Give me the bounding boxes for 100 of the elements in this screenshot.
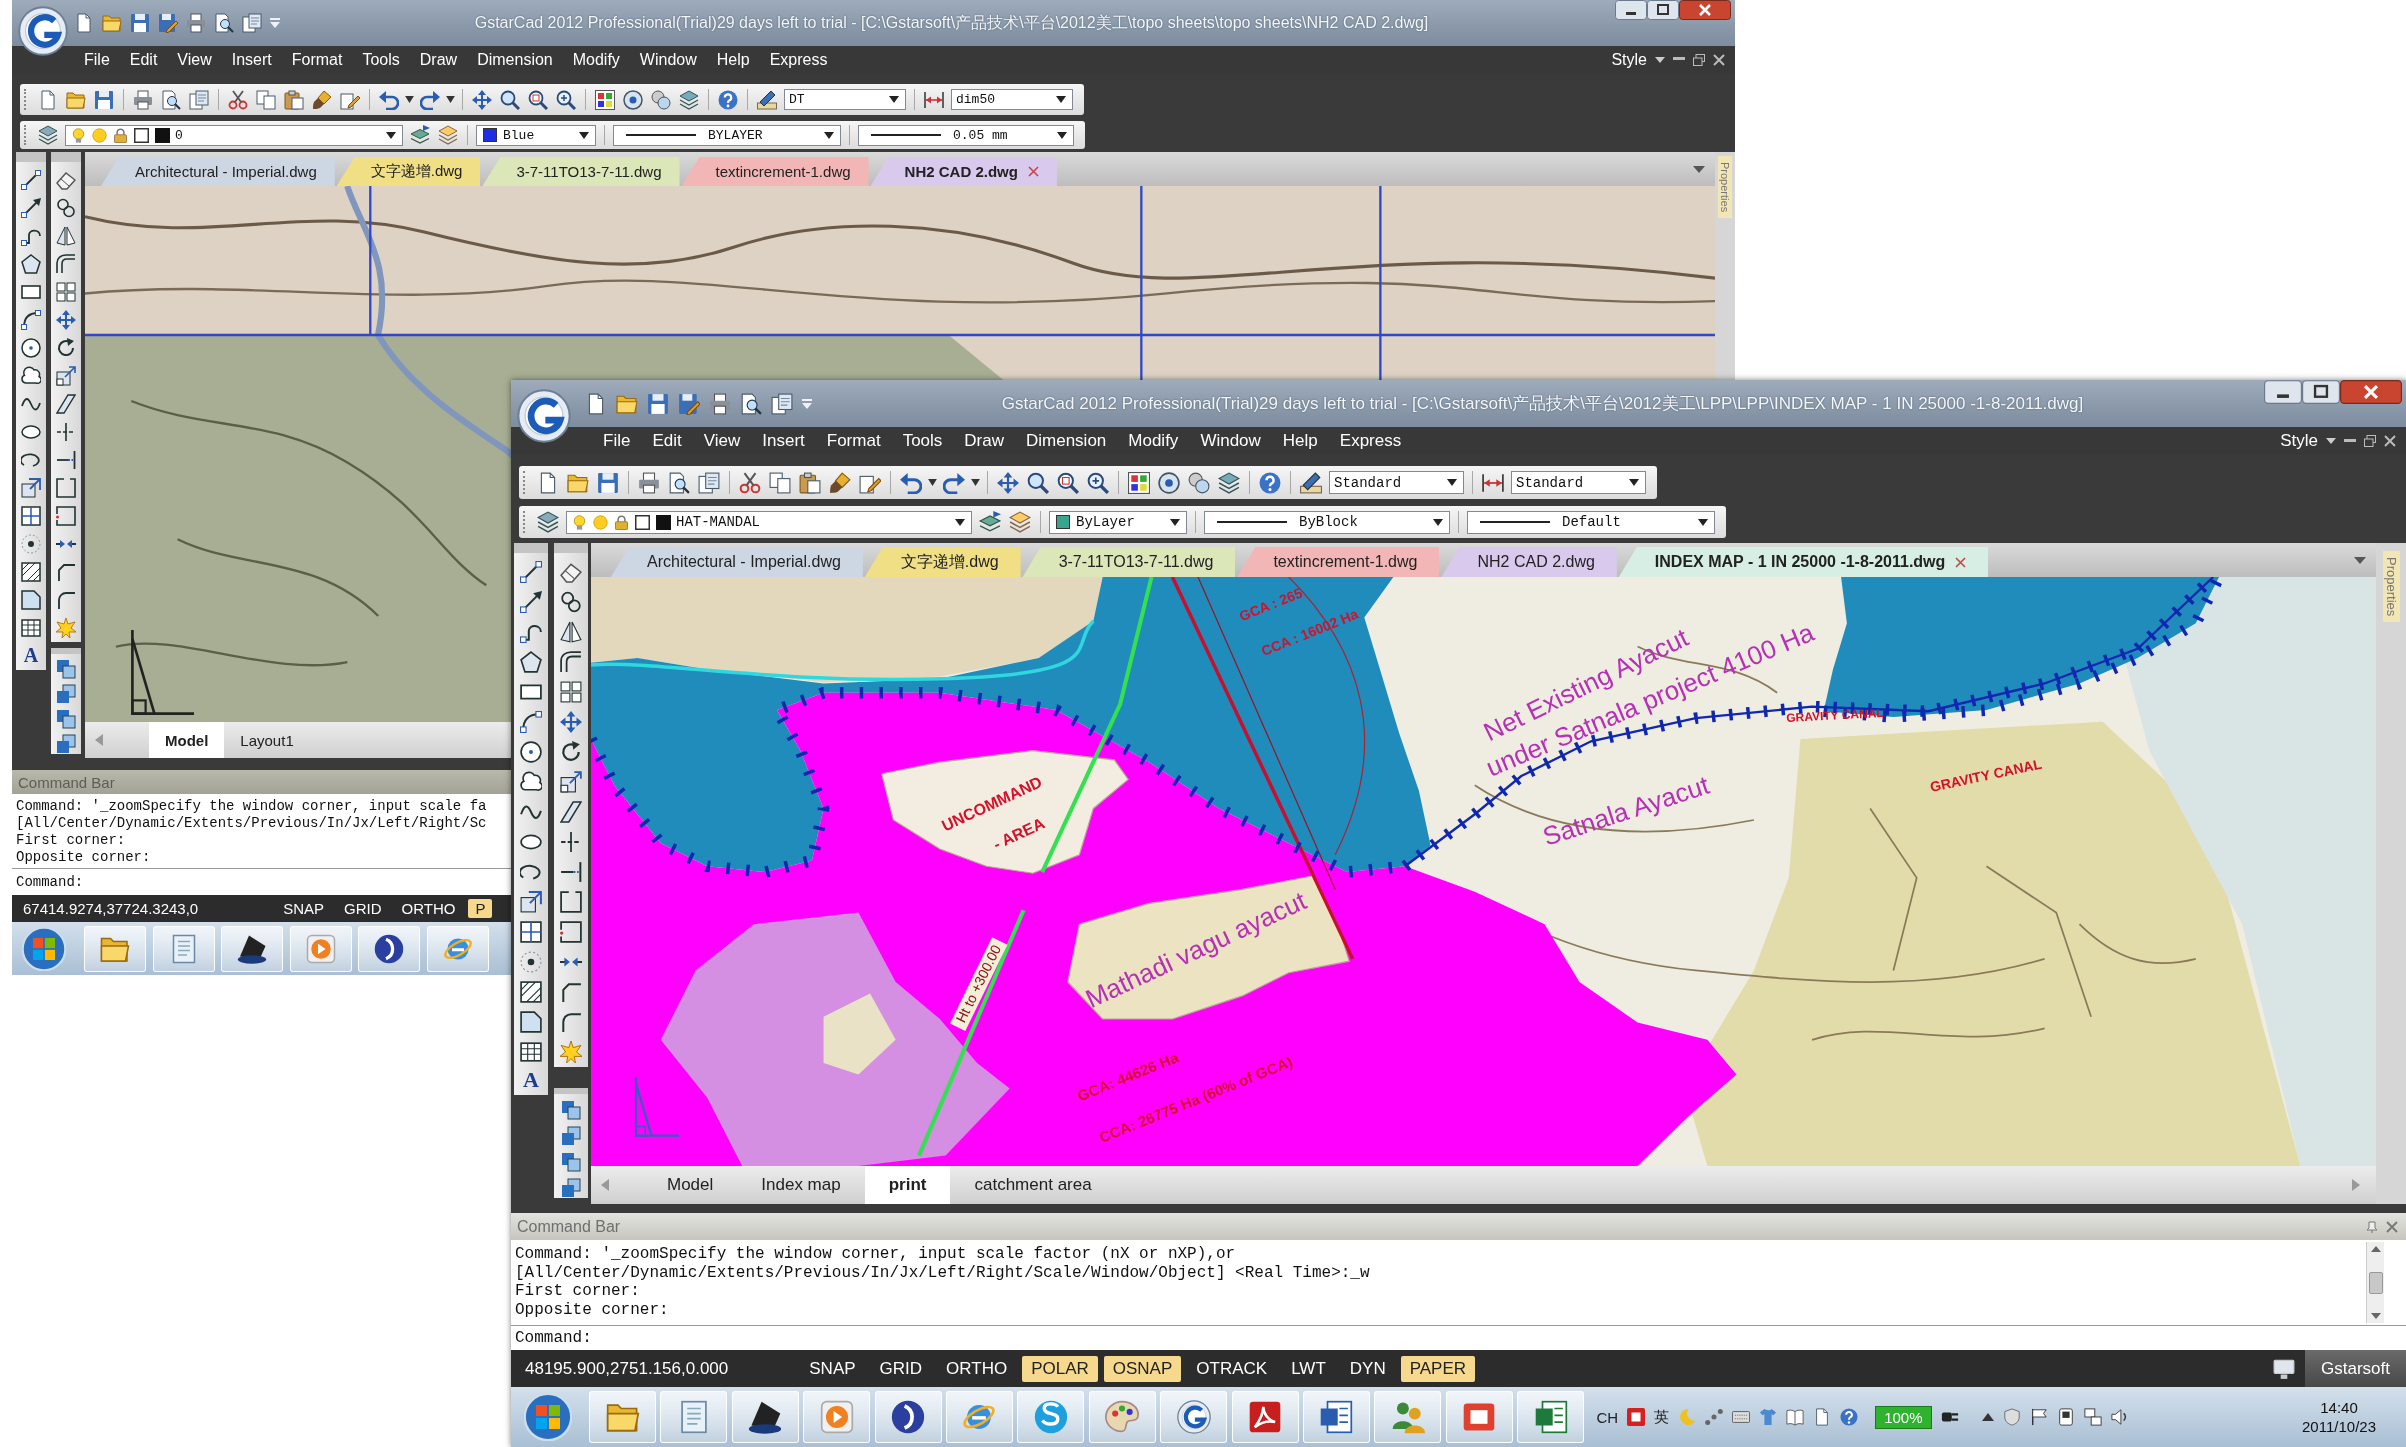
document-tab[interactable]: INDEX MAP - 1 IN 25000 -1-8-2011.dwg bbox=[1618, 547, 1989, 577]
circles-icon[interactable] bbox=[560, 591, 582, 613]
extend-line-icon[interactable] bbox=[56, 450, 76, 470]
help-icon[interactable] bbox=[718, 89, 738, 110]
status-toggle[interactable]: PAPER bbox=[1400, 1355, 1476, 1382]
text-style-dropdown[interactable]: Standard bbox=[1329, 471, 1464, 494]
grid-icon[interactable] bbox=[560, 681, 582, 703]
status-toggle[interactable]: GRID bbox=[337, 899, 389, 918]
magnifier-icon[interactable] bbox=[500, 89, 520, 110]
ellipse-icon[interactable] bbox=[21, 422, 41, 442]
circle-icon[interactable] bbox=[21, 338, 41, 358]
layers-icon[interactable] bbox=[1009, 511, 1031, 533]
mirror-triangles-icon[interactable] bbox=[560, 621, 582, 643]
layout-tab[interactable]: Index map bbox=[737, 1166, 865, 1204]
document-tab[interactable]: Architectural - Imperial.dwg bbox=[101, 157, 335, 186]
magnifier-icon[interactable] bbox=[1087, 471, 1109, 494]
magnifier-icon[interactable] bbox=[1027, 471, 1049, 494]
undo-icon[interactable] bbox=[379, 89, 399, 110]
start-orb-icon[interactable] bbox=[524, 1393, 572, 1441]
extend-line-icon[interactable] bbox=[560, 861, 582, 883]
move-arrows-icon[interactable] bbox=[472, 89, 492, 110]
minimize-icon[interactable] bbox=[2264, 380, 2302, 404]
disc-icon[interactable] bbox=[623, 89, 643, 110]
printer-icon[interactable] bbox=[133, 89, 153, 110]
status-toggle[interactable]: ORTHO bbox=[394, 899, 463, 918]
scale-icon[interactable] bbox=[56, 366, 76, 386]
ellipse-arc-icon[interactable] bbox=[21, 450, 41, 470]
chamfer-icon[interactable] bbox=[56, 562, 76, 582]
parallelogram-icon[interactable] bbox=[560, 801, 582, 823]
dimension-icon[interactable] bbox=[1482, 471, 1504, 494]
text-style-dropdown[interactable]: DT bbox=[784, 89, 906, 110]
page-icon[interactable] bbox=[38, 89, 58, 110]
folder-icon[interactable] bbox=[66, 89, 86, 110]
document-tab[interactable]: 文字递增.dwg bbox=[864, 547, 1021, 577]
pin-icon[interactable] bbox=[2366, 1220, 2378, 1233]
caret-icon[interactable] bbox=[1981, 1413, 1994, 1421]
layout-tab[interactable]: catchment area bbox=[950, 1166, 1116, 1204]
grid-square-icon[interactable] bbox=[520, 921, 542, 943]
scrollbar[interactable] bbox=[2366, 1242, 2384, 1323]
maximize-icon[interactable] bbox=[1647, 0, 1679, 20]
up-arrow-icon[interactable] bbox=[2370, 1246, 2381, 1252]
redo-icon[interactable] bbox=[943, 471, 965, 494]
page-magnifier-icon[interactable] bbox=[740, 392, 762, 415]
pentagon-icon[interactable] bbox=[520, 651, 542, 673]
menu-item[interactable]: View bbox=[703, 431, 741, 451]
linetype-dropdown[interactable]: BYLAYER bbox=[613, 124, 841, 146]
color-grid-icon[interactable] bbox=[595, 89, 615, 110]
menu-item[interactable]: Window bbox=[639, 51, 697, 69]
layout-tab[interactable]: print bbox=[864, 1166, 951, 1204]
monitor-icon[interactable] bbox=[2273, 1357, 2296, 1380]
burst-icon[interactable] bbox=[56, 618, 76, 638]
eraser-icon[interactable] bbox=[560, 561, 582, 583]
eraser-icon[interactable] bbox=[56, 170, 76, 190]
table-icon[interactable] bbox=[21, 618, 41, 638]
magnifier-icon[interactable] bbox=[528, 89, 548, 110]
stacked-squares-icon[interactable] bbox=[561, 1126, 581, 1146]
maximize-icon[interactable] bbox=[2302, 380, 2340, 404]
linetype-dropdown[interactable]: ByBlock bbox=[1204, 510, 1450, 534]
fillet-icon[interactable] bbox=[56, 590, 76, 610]
caret-icon[interactable] bbox=[2354, 556, 2366, 564]
move-arrows-icon[interactable] bbox=[56, 310, 76, 330]
language-indicator[interactable]: CH bbox=[1596, 1408, 1619, 1426]
scroll-thumb[interactable] bbox=[2368, 1271, 2383, 1294]
stacked-squares-icon[interactable] bbox=[56, 684, 76, 704]
restore-icon[interactable] bbox=[1693, 54, 1705, 66]
app-logo-icon[interactable] bbox=[517, 389, 571, 443]
status-toggle[interactable]: OSNAP bbox=[1103, 1355, 1182, 1382]
pages-icon[interactable] bbox=[769, 471, 791, 494]
dot-icon[interactable] bbox=[21, 534, 41, 554]
stacked-squares-icon[interactable] bbox=[56, 734, 76, 754]
layout-tab[interactable]: Model bbox=[149, 722, 225, 758]
menu-item[interactable]: Modify bbox=[572, 51, 620, 69]
document-tab[interactable]: 3-7-11TO13-7-11.dwg bbox=[1022, 547, 1236, 577]
clipboard-icon[interactable] bbox=[284, 89, 304, 110]
taskbar-button[interactable] bbox=[874, 1391, 942, 1443]
dimension-style-dropdown[interactable]: dim50 bbox=[951, 89, 1073, 110]
pages-icon[interactable] bbox=[256, 89, 276, 110]
pentagon-icon[interactable] bbox=[21, 254, 41, 274]
hatch-icon[interactable] bbox=[520, 981, 542, 1003]
grid-square-icon[interactable] bbox=[21, 506, 41, 526]
panel-tab[interactable]: Properties bbox=[1718, 156, 1732, 219]
menu-item[interactable]: Help bbox=[1282, 431, 1318, 451]
layout-tab[interactable]: Layout1 bbox=[224, 722, 310, 758]
taskbar-button[interactable] bbox=[1160, 1391, 1228, 1443]
menu-item[interactable]: Edit bbox=[129, 51, 158, 69]
caret-icon[interactable] bbox=[405, 96, 414, 103]
circles-icon[interactable] bbox=[1188, 471, 1210, 494]
mirror-triangles-icon[interactable] bbox=[56, 226, 76, 246]
minimize-icon[interactable] bbox=[1615, 0, 1647, 20]
down-arrow-icon[interactable] bbox=[2370, 1313, 2381, 1319]
help-icon[interactable] bbox=[1840, 1408, 1859, 1426]
pages-icon[interactable] bbox=[242, 13, 262, 33]
menu-item[interactable]: Tools bbox=[362, 51, 400, 69]
clock-time[interactable]: 14:40 bbox=[2320, 1398, 2358, 1417]
menu-item[interactable]: Tools bbox=[902, 431, 943, 451]
dimension-icon[interactable] bbox=[924, 89, 944, 110]
status-toggle[interactable]: OTRACK bbox=[1187, 1355, 1277, 1382]
menu-item[interactable]: Dimension bbox=[477, 51, 553, 69]
taskbar-button[interactable] bbox=[221, 925, 283, 972]
menu-item[interactable]: Express bbox=[1339, 431, 1402, 451]
